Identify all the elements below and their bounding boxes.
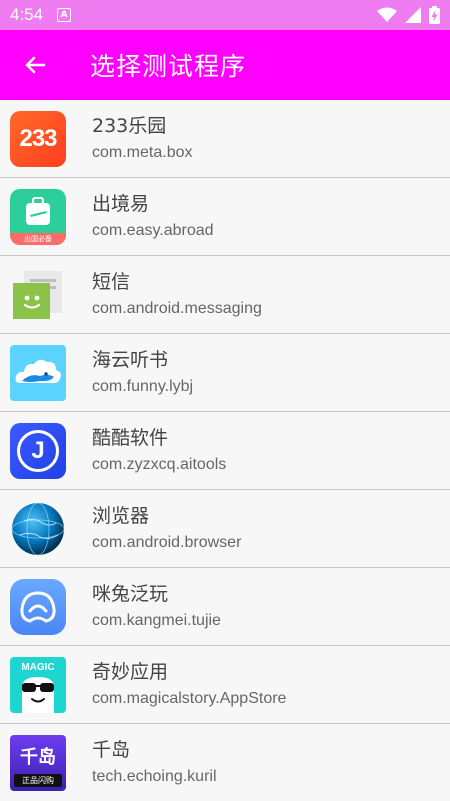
- app-name: 奇妙应用: [92, 660, 169, 683]
- list-item-chujingyi[interactable]: 出国必备 出境易 com.easy.abroad: [0, 178, 450, 256]
- magic-icon-label: MAGIC: [21, 661, 55, 673]
- package-name: com.magicalstory.AppStore: [92, 689, 287, 707]
- list-item-233-leyuan[interactable]: 233 233乐园 com.meta.box: [0, 100, 450, 178]
- kuril-icon-bottom-label: 正品闪购: [14, 773, 62, 787]
- package-name: tech.echoing.kuril: [92, 767, 217, 785]
- status-bar: 4:54 A: [0, 0, 450, 30]
- suitcase-icon: 出国必备: [10, 188, 66, 245]
- battery-charging-icon: [429, 6, 440, 24]
- letter-j-icon: J: [10, 422, 66, 479]
- list-item-mitu-fanwan[interactable]: 咪兔泛玩 com.kangmei.tujie: [0, 568, 450, 646]
- app-list: 233 233乐园 com.meta.box 出国必备 出境易 com.easy…: [0, 100, 450, 801]
- app-name: 海云听书: [92, 348, 169, 371]
- list-item-haiyun-tingshu[interactable]: 海云听书 com.funny.lybj: [0, 334, 450, 412]
- app-name: 浏览器: [92, 504, 150, 527]
- back-button[interactable]: [0, 30, 70, 100]
- app-name: 咪兔泛玩: [92, 582, 169, 605]
- wifi-icon: [377, 7, 397, 22]
- package-name: com.android.messaging: [92, 299, 262, 317]
- app-name: 出境易: [92, 192, 150, 215]
- cloud-graphic: [15, 359, 61, 383]
- list-item-browser[interactable]: 浏览器 com.android.browser: [0, 490, 450, 568]
- meta-box-icon: 233: [10, 110, 66, 167]
- easy-abroad-icon-label: 出国必备: [24, 234, 52, 243]
- app-name: 千岛: [92, 738, 131, 761]
- kuril-icon: 千岛 正品闪购: [10, 734, 66, 791]
- app-name: 233乐园: [92, 114, 167, 137]
- package-name: com.easy.abroad: [92, 221, 214, 239]
- letter-j-ring: J: [17, 429, 59, 472]
- list-item-kuku-ruanjian[interactable]: J 酷酷软件 com.zyzxcq.aitools: [0, 412, 450, 490]
- package-name: com.android.browser: [92, 533, 242, 551]
- status-time: 4:54: [10, 5, 44, 24]
- package-name: com.meta.box: [92, 143, 193, 161]
- arrow-back-icon: [25, 56, 46, 74]
- notification-a-icon: A: [57, 8, 72, 22]
- globe-icon: [10, 501, 66, 557]
- kuril-icon-top-label: 千岛: [20, 746, 56, 768]
- page-title: 选择测试程序: [90, 52, 247, 81]
- meta-box-icon-label: 233: [19, 124, 57, 152]
- messaging-icon: [10, 267, 66, 323]
- messaging-graphic: [13, 270, 62, 319]
- cloud-icon: [10, 344, 66, 401]
- cellular-signal-icon: [405, 7, 421, 23]
- app-bar: 选择测试程序: [0, 30, 450, 100]
- app-name: 短信: [92, 270, 131, 293]
- letter-j-label: J: [31, 436, 45, 464]
- app-name: 酷酷软件: [92, 426, 169, 449]
- list-item-qiandao[interactable]: 千岛 正品闪购 千岛 tech.echoing.kuril: [0, 724, 450, 801]
- list-item-qimiao-yingyong[interactable]: MAGIC 奇妙应用 com.magicalstory.AppStore: [0, 646, 450, 724]
- list-item-messaging[interactable]: 短信 com.android.messaging: [0, 256, 450, 334]
- status-icons: [377, 6, 440, 24]
- package-name: com.zyzxcq.aitools: [92, 455, 227, 473]
- rabbit-icon: [10, 578, 66, 635]
- rabbit-graphic: [20, 590, 56, 623]
- globe-graphic: [11, 502, 65, 555]
- package-name: com.funny.lybj: [92, 377, 194, 395]
- package-name: com.kangmei.tujie: [92, 611, 221, 629]
- magic-sunglasses-icon: MAGIC: [10, 656, 66, 713]
